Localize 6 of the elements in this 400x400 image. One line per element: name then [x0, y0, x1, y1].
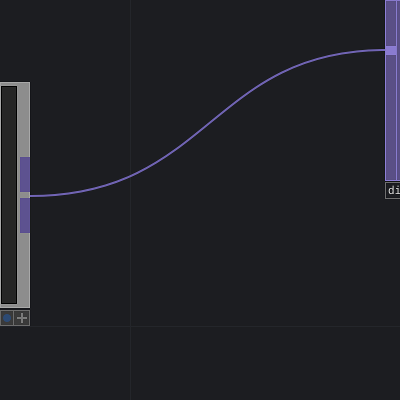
operator-node[interactable]: [0, 82, 30, 308]
output-connector[interactable]: [20, 198, 30, 233]
plus-icon[interactable]: [16, 313, 26, 323]
input-connector[interactable]: [386, 46, 396, 55]
operator-node[interactable]: [385, 0, 400, 181]
output-connector[interactable]: [20, 157, 30, 192]
